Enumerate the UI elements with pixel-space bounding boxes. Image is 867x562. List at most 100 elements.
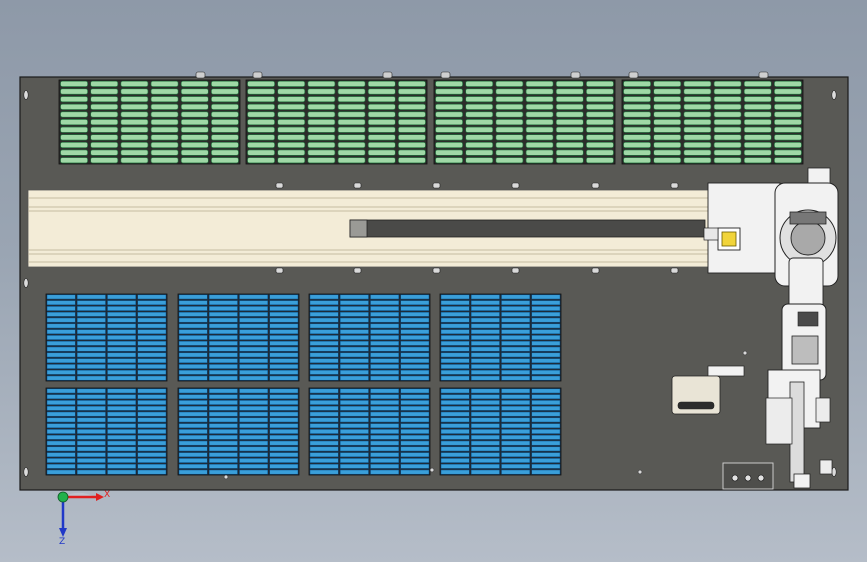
blue-tray-cell: [239, 364, 268, 369]
blue-tray-cell: [400, 340, 430, 346]
blue-tray-cell: [309, 340, 339, 346]
blue-tray-cell: [77, 300, 106, 306]
blue-tray-cell: [340, 434, 369, 440]
green-tray-cell: [180, 103, 209, 110]
blue-tray-cell: [400, 369, 430, 375]
green-tray-cell: [60, 111, 89, 118]
blue-tray-cell: [107, 340, 136, 346]
blue-tray-cell: [531, 417, 561, 423]
blue-tray-cell: [309, 434, 339, 440]
blue-tray-cell: [309, 375, 339, 381]
blue-tray-cell: [107, 335, 136, 340]
green-tray-cell: [653, 126, 682, 133]
cad-viewport[interactable]: XZ: [0, 0, 867, 562]
green-tray-cell: [653, 141, 682, 149]
blue-tray-cell: [239, 294, 268, 300]
blue-tray-cell: [531, 463, 561, 469]
blue-tray-cell: [400, 394, 430, 400]
blue-tray-cell: [137, 469, 167, 475]
green-tray-cell: [525, 88, 554, 95]
blue-tray-cell: [370, 458, 399, 463]
blue-tray-cell: [46, 375, 76, 381]
blue-tray-cell: [137, 423, 167, 429]
green-tray-bank: [58, 71, 241, 165]
blue-tray-cell: [400, 417, 430, 423]
blue-tray-cell: [269, 352, 299, 358]
blue-tray-cell: [209, 369, 238, 375]
green-tray-cell: [367, 126, 396, 133]
green-tray-cell: [210, 157, 239, 164]
green-tray-cell: [277, 149, 306, 156]
blue-tray-cell: [77, 446, 106, 452]
green-tray-cell: [653, 157, 682, 164]
green-tray-cell: [397, 88, 426, 95]
green-tray-cell: [555, 80, 584, 87]
green-tray-cell: [653, 103, 682, 110]
green-tray-cell: [60, 103, 89, 110]
blue-tray-cell: [209, 469, 238, 475]
green-tray-cell: [307, 119, 336, 126]
blue-tray-cell: [340, 346, 369, 352]
blue-tray-cell: [501, 369, 530, 375]
blue-tray-cell: [77, 311, 106, 317]
blue-tray-cell: [440, 323, 470, 329]
blue-tray-cell: [46, 294, 76, 300]
blue-tray-cell: [269, 458, 299, 463]
blue-tray-cell: [209, 429, 238, 434]
blue-tray-cell: [209, 423, 238, 429]
blue-tray-cell: [309, 458, 339, 463]
green-tray-cell: [120, 96, 149, 103]
blue-tray-cell: [501, 329, 530, 335]
blue-tray-cell: [340, 388, 369, 394]
camera-lens-yellow: [721, 231, 737, 247]
blue-tray-cell: [370, 346, 399, 352]
blue-tray-cell: [400, 300, 430, 306]
green-tray-cell: [180, 141, 209, 149]
mounting-slot: [831, 467, 837, 477]
blue-tray-cell: [531, 358, 561, 364]
blue-tray-cell: [440, 469, 470, 475]
green-tray-cell: [150, 96, 179, 103]
rail-bolt: [275, 267, 284, 274]
blue-tray-cell: [370, 446, 399, 452]
blue-tray-cell: [107, 369, 136, 375]
blue-tray-cell: [501, 317, 530, 323]
blue-tray-cell: [340, 405, 369, 411]
rail-bolt: [353, 267, 362, 274]
green-tray-cell: [623, 141, 652, 149]
blue-tray-cell: [370, 335, 399, 340]
green-tray-cell: [465, 103, 494, 110]
blue-tray-cell: [309, 405, 339, 411]
blue-tray-cell: [340, 358, 369, 364]
green-tray-cell: [585, 157, 614, 164]
robot-upper-arm: [788, 257, 824, 309]
blue-tray-cell: [269, 311, 299, 317]
green-tray-cell: [60, 141, 89, 149]
green-tray-cell: [653, 149, 682, 156]
blue-tray-cell: [137, 394, 167, 400]
blue-tray-cell: [309, 300, 339, 306]
blue-tray-cell: [107, 375, 136, 381]
blue-tray-cell: [209, 358, 238, 364]
blue-tray-cell: [370, 323, 399, 329]
green-tray-cell: [653, 88, 682, 95]
green-tray-cell: [150, 80, 179, 87]
green-tray-cell: [90, 157, 119, 164]
coordinate-triad-icon[interactable]: XZ: [57, 490, 110, 547]
blue-tray-cell: [340, 335, 369, 340]
green-tray-cell: [60, 119, 89, 126]
blue-tray-cell: [239, 306, 268, 311]
green-tray-cell: [525, 126, 554, 133]
green-tray-cell: [435, 134, 464, 141]
blue-tray-cell: [46, 429, 76, 434]
green-tray-cell: [397, 103, 426, 110]
green-tray-cell: [277, 88, 306, 95]
blue-tray-cell: [107, 400, 136, 405]
triad-x-arrow: [96, 493, 104, 501]
blue-tray-cell: [178, 429, 208, 434]
green-tray-cell: [495, 96, 524, 103]
blue-tray-cell: [400, 458, 430, 463]
green-tray-cell: [555, 126, 584, 133]
blue-tray-cell: [471, 352, 500, 358]
green-tray-cell: [683, 149, 712, 156]
